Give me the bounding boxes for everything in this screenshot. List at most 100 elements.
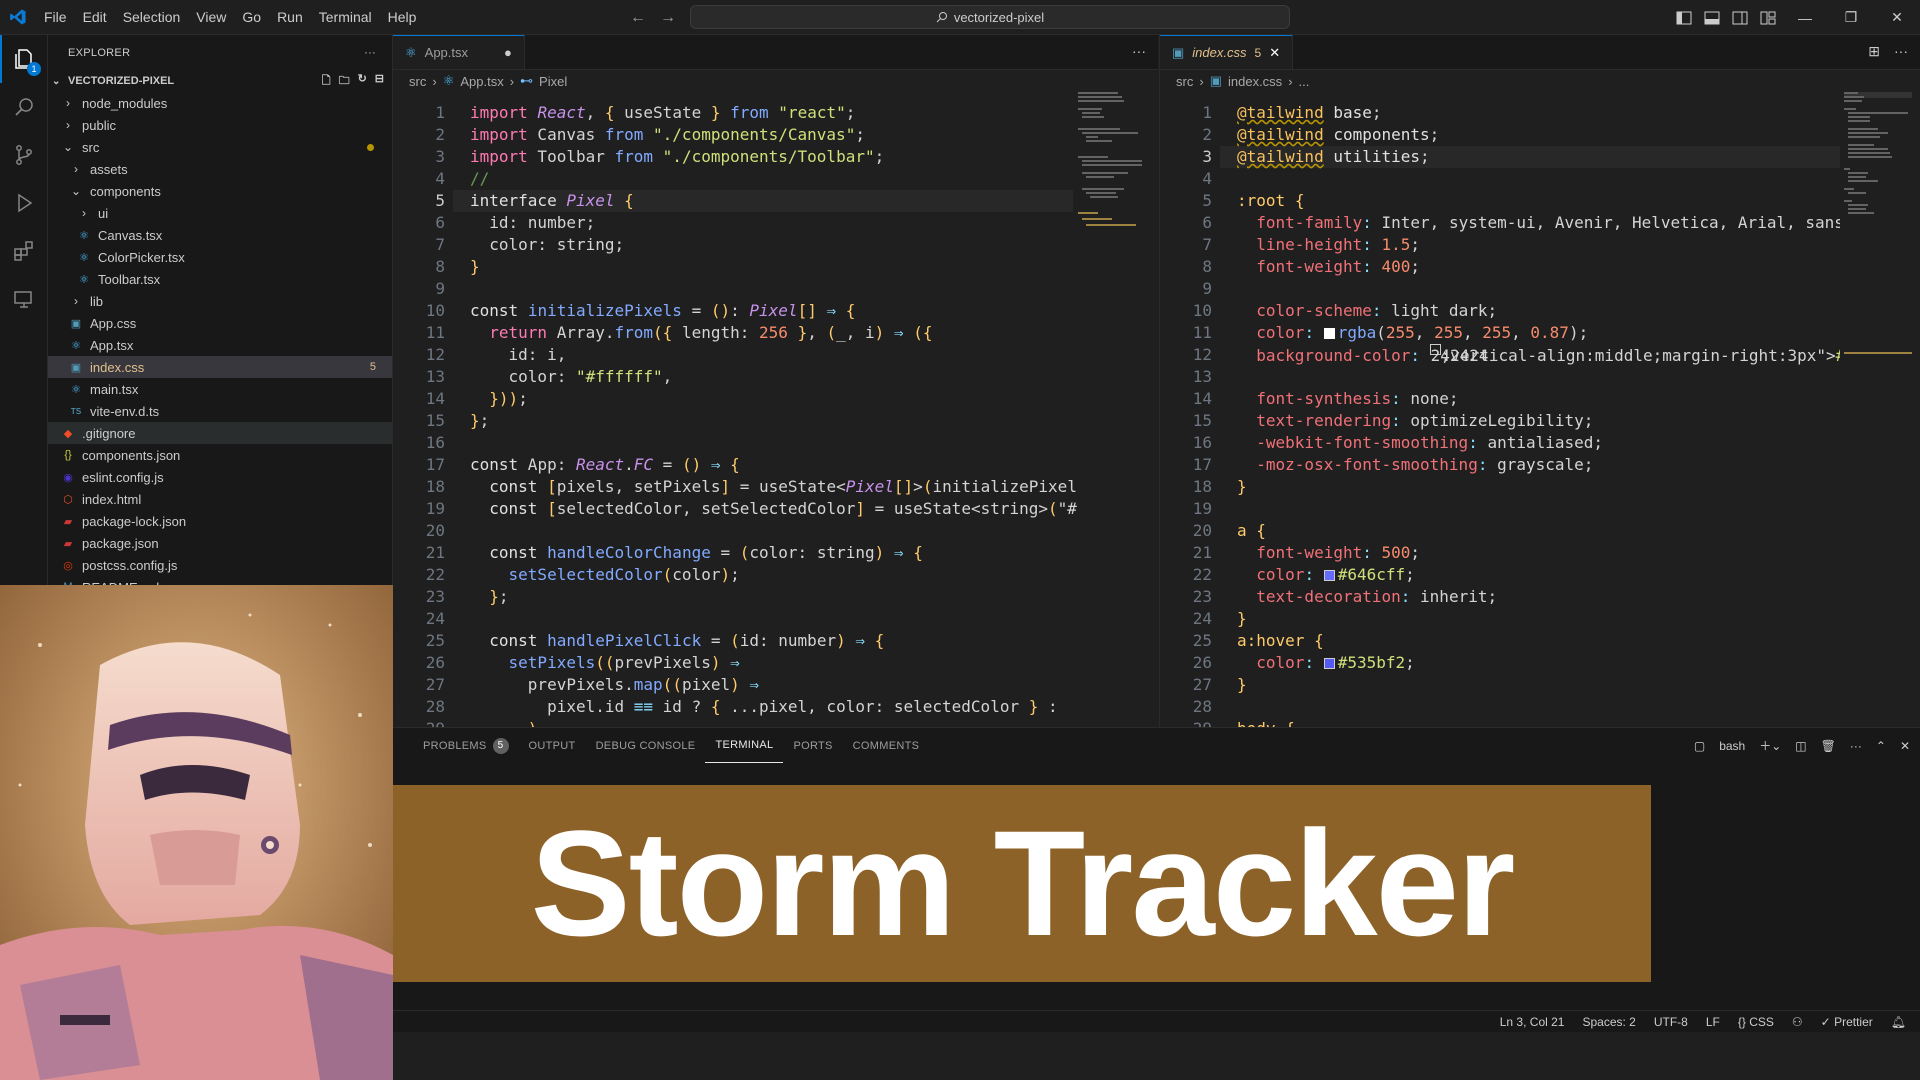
split-terminal-icon[interactable]: ◫ — [1795, 739, 1806, 753]
notifications-bell-icon[interactable]: 🔔︎ — [1891, 1015, 1906, 1029]
tree-item[interactable]: › node_modules — [48, 92, 392, 114]
tree-item[interactable]: ◎ postcss.config.js — [48, 554, 392, 576]
run-debug-activity-icon[interactable] — [0, 179, 48, 227]
source-control-activity-icon[interactable] — [0, 131, 48, 179]
tree-item[interactable]: ⌄ components — [48, 180, 392, 202]
tree-item[interactable]: › assets — [48, 158, 392, 180]
unsaved-dot-icon[interactable]: ● — [504, 45, 512, 60]
breadcrumb: src › ▣ index.css › ... — [1160, 70, 1920, 92]
tree-item[interactable]: ◉ eslint.config.js — [48, 466, 392, 488]
tree-item[interactable]: ⚛ ColorPicker.tsx — [48, 246, 392, 268]
code-line: id: number; — [470, 213, 596, 232]
forward-arrow-icon[interactable]: → — [660, 9, 676, 27]
new-terminal-icon[interactable]: ＋⌄ — [1759, 737, 1781, 754]
tree-item[interactable]: ⌄ src — [48, 136, 392, 158]
panel-tab[interactable]: COMMENTS — [843, 728, 930, 763]
menu-item[interactable]: Edit — [75, 0, 115, 35]
tree-item[interactable]: ⚛ main.tsx — [48, 378, 392, 400]
breadcrumb-item[interactable]: src — [409, 74, 426, 89]
toggle-primary-sidebar-icon[interactable] — [1672, 8, 1696, 28]
menu-item[interactable]: Help — [380, 0, 425, 35]
back-arrow-icon[interactable]: ← — [630, 9, 646, 27]
tree-item[interactable]: ⬡ index.html — [48, 488, 392, 510]
explorer-more-icon[interactable]: ··· — [364, 47, 376, 59]
tree-item[interactable]: ⚛ Toolbar.tsx — [48, 268, 392, 290]
tree-item[interactable]: ⚛ App.tsx — [48, 334, 392, 356]
prettier-status[interactable]: ✓ Prettier — [1821, 1015, 1873, 1029]
code-editor-right[interactable]: 1 @tailwind base; 2 @tailwind components; 3 @… — [1160, 92, 1840, 727]
split-editor-icon[interactable]: ⊞ — [1868, 43, 1880, 60]
menu-item[interactable]: Terminal — [311, 0, 380, 35]
breadcrumb-item[interactable]: index.css — [1228, 74, 1282, 89]
restore-button[interactable]: ❐ — [1828, 0, 1874, 35]
tree-item[interactable]: ▣ App.css — [48, 312, 392, 334]
breadcrumb-item[interactable]: src — [1176, 74, 1193, 89]
close-panel-icon[interactable]: ✕ — [1900, 739, 1910, 753]
title-bar: File Edit Selection View Go Run Terminal Help ←… — [0, 0, 1920, 35]
copilot-icon[interactable]: ⚇ — [1792, 1015, 1803, 1029]
tree-item[interactable]: {} components.json — [48, 444, 392, 466]
tree-item[interactable]: ᴛs vite-env.d.ts — [48, 400, 392, 422]
customize-layout-icon[interactable] — [1756, 8, 1780, 28]
menu-item[interactable]: View — [188, 0, 234, 35]
tree-item[interactable]: ▰ package-lock.json — [48, 510, 392, 532]
tab-index-css[interactable]: ▣ index.css 5 ✕ — [1160, 35, 1294, 69]
new-file-icon[interactable]: 🗋 — [322, 72, 331, 91]
menu-item[interactable]: Selection — [115, 0, 189, 35]
project-header[interactable]: ⌄ VECTORIZED-PIXEL 🗋 🗀 ↻ ⊟ — [48, 70, 392, 92]
toggle-panel-icon[interactable] — [1700, 8, 1724, 28]
minimize-button[interactable]: — — [1782, 0, 1828, 35]
collapse-all-icon[interactable]: ⊟ — [375, 72, 384, 91]
tree-item[interactable]: ▣ index.css 5 — [48, 356, 392, 378]
toggle-secondary-sidebar-icon[interactable] — [1728, 8, 1752, 28]
terminal-name[interactable]: bash — [1719, 739, 1745, 753]
code-editor-left[interactable]: 1 import React, { useState } from "react"… — [393, 92, 1083, 727]
menu-item[interactable]: Run — [269, 0, 311, 35]
minimap-right[interactable] — [1844, 92, 1912, 372]
panel-tab-label: DEBUG CONSOLE — [595, 739, 696, 752]
tree-item[interactable]: › public — [48, 114, 392, 136]
tree-item[interactable]: › lib — [48, 290, 392, 312]
panel-tab[interactable]: PROBLEMS 5 — [413, 728, 519, 763]
breadcrumb-item[interactable]: ... — [1299, 74, 1310, 89]
search-activity-icon[interactable] — [0, 83, 48, 131]
command-center[interactable]: vectorized-pixel — [690, 5, 1290, 29]
panel-tab[interactable]: TERMINAL — [705, 728, 784, 763]
breadcrumb-item[interactable]: App.tsx — [460, 74, 503, 89]
remote-explorer-activity-icon[interactable] — [0, 275, 48, 323]
panel-tab[interactable]: DEBUG CONSOLE — [586, 728, 706, 763]
code-line: const [pixels, setPixels] = useState<Pix… — [489, 477, 1077, 496]
tab-app-tsx[interactable]: ⚛ App.tsx ● — [393, 35, 525, 69]
close-tab-icon[interactable]: ✕ — [1269, 45, 1280, 61]
panel-more-icon[interactable]: ··· — [1850, 739, 1862, 753]
extensions-activity-icon[interactable] — [0, 227, 48, 275]
minimap-left[interactable] — [1078, 92, 1146, 372]
code-line: }; — [470, 411, 490, 430]
braces-icon: {} — [1737, 1014, 1746, 1029]
refresh-icon[interactable]: ↻ — [358, 72, 367, 91]
panel-tab[interactable]: PORTS — [783, 728, 842, 763]
line-ending[interactable]: LF — [1706, 1015, 1720, 1029]
indentation[interactable]: Spaces: 2 — [1582, 1015, 1635, 1029]
maximize-panel-icon[interactable]: ⌃ — [1876, 739, 1886, 753]
breadcrumb-item[interactable]: Pixel — [539, 74, 567, 89]
tree-item[interactable]: ◆ .gitignore — [48, 422, 392, 444]
tree-item[interactable]: MREADME.md — [48, 576, 392, 586]
panel-tab[interactable]: OUTPUT — [519, 728, 586, 763]
editor-more-actions-icon[interactable]: ··· — [1132, 43, 1146, 59]
tree-item[interactable]: ▰ package.json — [48, 532, 392, 554]
kill-terminal-icon[interactable]: 🗑 — [1821, 739, 1836, 753]
tree-item[interactable]: › ui — [48, 202, 392, 224]
line-number: 27 — [425, 675, 445, 694]
cursor-position[interactable]: Ln 3, Col 21 — [1500, 1015, 1565, 1029]
close-window-button[interactable]: ✕ — [1874, 0, 1920, 35]
tree-item[interactable]: ⚛ Canvas.tsx — [48, 224, 392, 246]
new-folder-icon[interactable]: 🗀 — [339, 72, 350, 91]
encoding[interactable]: UTF-8 — [1654, 1015, 1688, 1029]
editor-tabs-right: ▣ index.css 5 ✕ ⊞ ··· — [1160, 35, 1920, 70]
editor-more-actions-icon[interactable]: ··· — [1894, 43, 1908, 59]
language-mode[interactable]: {} CSS — [1738, 1015, 1774, 1029]
menu-item[interactable]: File — [36, 0, 75, 35]
menu-item[interactable]: Go — [234, 0, 269, 35]
explorer-activity-icon[interactable]: 1 — [0, 35, 48, 83]
